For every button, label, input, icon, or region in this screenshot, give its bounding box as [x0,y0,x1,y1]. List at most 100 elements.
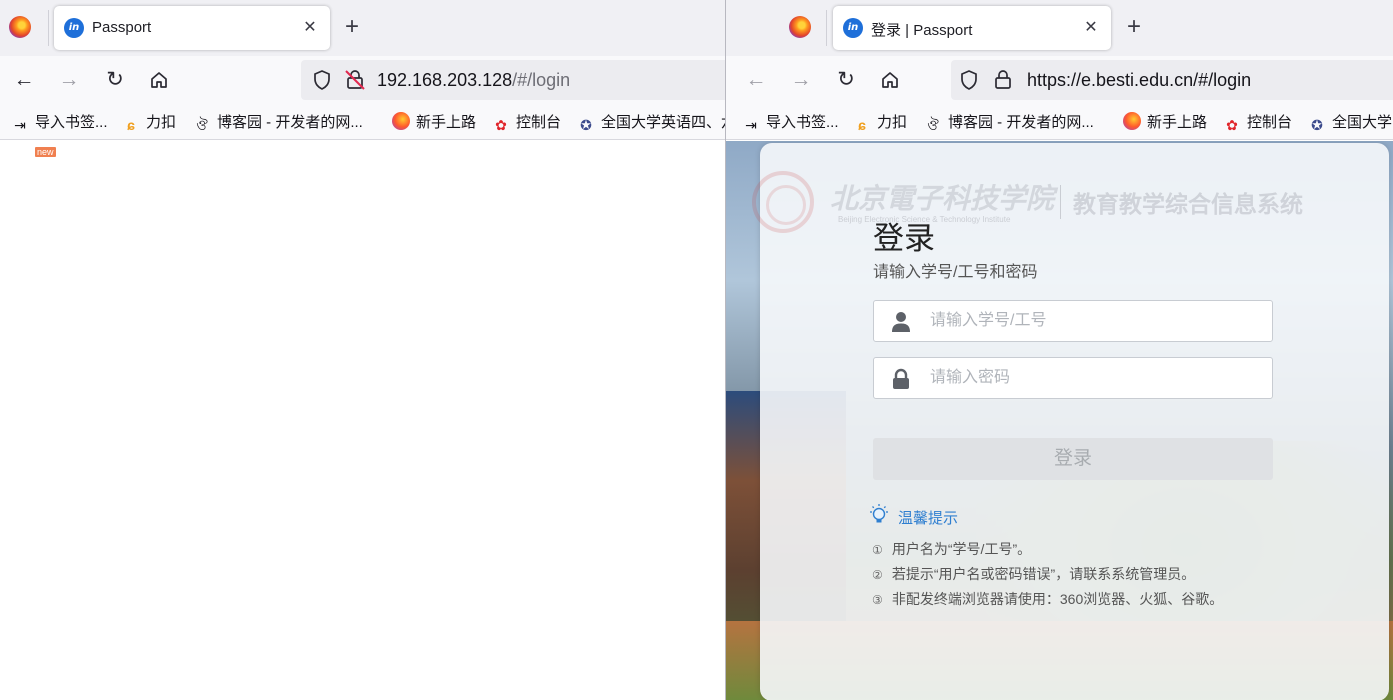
tab-bar: in Passport ✕ + [0,0,725,56]
login-card: 北京電子科技学院 Beijing Electronic Science & Te… [752,143,1389,700]
tab-passport[interactable]: in Passport ✕ [54,6,330,50]
passport-favicon-icon: in [843,18,863,38]
url-path: /#/login [512,70,571,90]
close-tab-icon[interactable]: ✕ [1081,16,1101,40]
bookmark-console[interactable]: ✿ 控制台 [1223,112,1292,134]
secure-lock-icon[interactable] [991,68,1015,92]
url-bar[interactable]: 192.168.203.128/#/login [301,60,725,100]
school-name-logo: 北京電子科技学院 [830,182,1055,215]
bookmark-label: 控制台 [1247,114,1293,131]
close-tab-icon[interactable]: ✕ [300,16,320,40]
bookmark-label: 新手上路 [1147,114,1208,131]
tip-number: ① [872,543,883,557]
password-field[interactable] [873,357,1273,399]
firefox-icon [1123,112,1141,130]
url-host: 192.168.203.128 [377,70,513,90]
bookmark-label: 全国大学 [1332,114,1393,131]
firefox-menu-icon[interactable] [789,16,811,38]
bookmark-label: 力扣 [146,114,177,131]
tip-item: ② 若提示“用户名或密码错误”，请联系系统管理员。 [872,564,1195,584]
back-button[interactable]: ← [742,66,770,94]
bookmark-import[interactable]: ⇥ 导入书签... [11,112,108,134]
tip-text: 非配发终端浏览器请使用：360浏览器、火狐、谷歌。 [891,591,1224,607]
tips-header: 温馨提示 [868,503,1068,527]
firefox-icon [392,112,410,130]
shield-icon[interactable] [957,68,981,92]
url-text[interactable]: https://e.besti.edu.cn/#/login [1027,70,1251,91]
page-content-blank: new [0,141,725,700]
huawei-icon: ✿ [495,117,507,133]
bookmark-console[interactable]: ✿ 控制台 [492,112,561,134]
tip-number: ② [872,568,883,582]
url-text[interactable]: 192.168.203.128/#/login [377,70,570,91]
forward-button[interactable]: → [787,66,815,94]
right-browser-window: in 登录 | Passport ✕ + ← → ↻ https://e.bes… [726,0,1393,700]
cet-icon: ✪ [1311,117,1323,133]
leetcode-icon: ɕ [127,117,135,133]
bookmark-import[interactable]: ⇥ 导入书签... [742,112,839,134]
home-button[interactable] [876,66,904,94]
tab-title: 登录 | Passport [871,22,973,39]
tip-text: 若提示“用户名或密码错误”，请联系系统管理员。 [891,566,1196,582]
new-tab-button[interactable]: + [345,13,359,41]
huawei-icon: ✿ [1226,117,1238,133]
reload-button[interactable]: ↻ [832,66,860,94]
tab-separator [826,10,827,46]
bookmark-label: 导入书签... [35,114,108,131]
bookmarks-toolbar: ⇥ 导入书签... ɕ 力扣 ঔ 博客园 - 开发者的网... 新手上路 ✿ 控制台 ✪… [726,104,1393,140]
system-name: 教育教学综合信息系统 [1060,185,1303,219]
user-icon [892,312,910,332]
tab-login-passport[interactable]: in 登录 | Passport ✕ [833,6,1111,50]
new-badge: new [35,147,56,157]
navigation-toolbar: ← → ↻ https://e.besti.edu.cn/#/login [726,56,1393,104]
new-tab-button[interactable]: + [1127,13,1141,41]
firefox-menu-icon[interactable] [9,16,31,38]
bookmark-cet[interactable]: ✪ 全国大学英语四、六... [577,112,725,134]
cnblogs-icon: ঔ [196,117,208,133]
leetcode-icon: ɕ [858,117,866,133]
bookmark-cnblogs[interactable]: ঔ 博客园 - 开发者的网... [193,112,363,134]
url-bar[interactable]: https://e.besti.edu.cn/#/login [951,60,1393,100]
bookmark-label: 全国大学英语四、六... [601,114,725,131]
bookmark-leetcode[interactable]: ɕ 力扣 [853,112,907,134]
bookmark-cet[interactable]: ✪ 全国大学 [1308,112,1392,134]
bookmark-getting-started[interactable]: 新手上路 [1123,112,1207,134]
lightbulb-icon [870,504,888,523]
login-button[interactable]: 登录 [873,438,1273,480]
username-input[interactable] [930,307,1260,335]
bookmark-label: 博客园 - 开发者的网... [948,114,1094,131]
bookmark-label: 博客园 - 开发者的网... [217,114,363,131]
shield-icon[interactable] [310,68,334,92]
lock-icon [893,368,909,389]
import-icon: ⇥ [745,117,757,133]
insecure-lock-icon[interactable] [343,68,367,92]
tip-text: 用户名为“学号/工号”。 [891,541,1032,557]
password-input[interactable] [930,364,1260,392]
bookmark-label: 新手上路 [416,114,477,131]
school-seal-logo [752,171,814,233]
back-button[interactable]: ← [10,66,38,94]
bookmarks-toolbar: ⇥ 导入书签... ɕ 力扣 ঔ 博客园 - 开发者的网... 新手上路 ✿ 控制台 ✪… [0,104,725,140]
cnblogs-icon: ঔ [927,117,939,133]
home-button[interactable] [145,66,173,94]
tab-separator [48,10,49,46]
tip-item: ③ 非配发终端浏览器请使用：360浏览器、火狐、谷歌。 [872,589,1223,609]
username-field[interactable] [873,300,1273,342]
bookmark-label: 控制台 [516,114,562,131]
login-subtitle: 请输入学号/工号和密码 [873,264,1038,281]
left-browser-window: in Passport ✕ + ← → ↻ 192.168.203.128/#/… [0,0,725,700]
login-title: 登录 [873,221,935,256]
forward-button[interactable]: → [55,66,83,94]
reload-button[interactable]: ↻ [101,66,129,94]
bookmark-label: 导入书签... [766,114,839,131]
bookmark-getting-started[interactable]: 新手上路 [392,112,476,134]
tip-item: ① 用户名为“学号/工号”。 [872,539,1031,559]
passport-favicon-icon: in [64,18,84,38]
cet-icon: ✪ [580,117,592,133]
bookmark-leetcode[interactable]: ɕ 力扣 [122,112,176,134]
tab-title: Passport [92,19,152,36]
navigation-toolbar: ← → ↻ 192.168.203.128/#/login [0,56,725,104]
bookmark-cnblogs[interactable]: ঔ 博客园 - 开发者的网... [924,112,1094,134]
login-page: 北京電子科技学院 Beijing Electronic Science & Te… [726,141,1393,700]
tab-bar: in 登录 | Passport ✕ + [726,0,1393,56]
